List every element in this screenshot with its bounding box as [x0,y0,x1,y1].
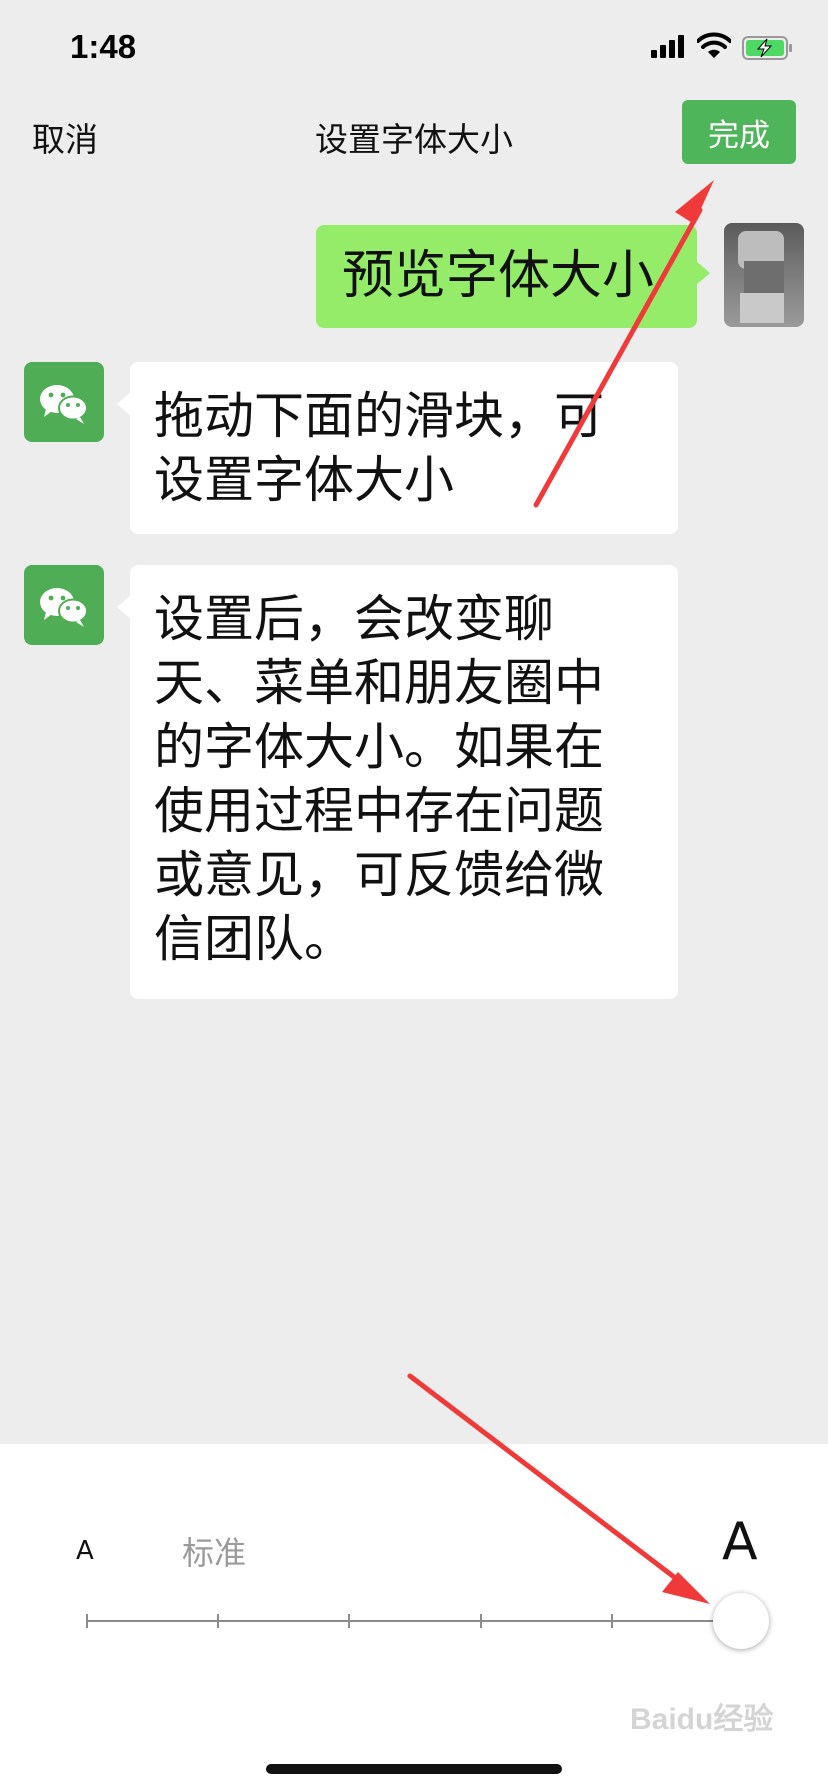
wechat-avatar [24,362,104,442]
slider-tick[interactable] [217,1614,219,1628]
my-message-bubble: 预览字体大小 [316,225,710,328]
cellular-signal-icon [651,35,684,58]
message-text: 设置后，会改变聊 天、菜单和朋友圈中 的字体大小。如果在 使用过程中存在问题 或… [154,590,604,968]
small-font-label: A [76,1536,94,1566]
nav-bar: 取消 设置字体大小 完成 [0,95,828,170]
standard-label: 标准 [182,1534,247,1572]
slider-tick[interactable] [86,1614,88,1628]
wechat-message-bubble: 拖动下面的滑块，可 设置字体大小 [117,362,678,534]
done-button[interactable]: 完成 [682,100,796,164]
user-avatar [724,223,804,327]
large-font-label: A [722,1512,758,1572]
slider-tick[interactable] [348,1614,350,1628]
wechat-logo-icon [40,588,88,627]
slider-track[interactable] [86,1620,742,1622]
slider-tick[interactable] [611,1614,613,1628]
watermark: Baidu经验 [630,1703,774,1736]
wechat-logo-icon [40,385,88,424]
wifi-icon [697,32,731,58]
slider-knob[interactable] [713,1593,769,1649]
message-text: 拖动下面的滑块，可 设置字体大小 [154,387,604,509]
home-indicator[interactable] [266,1764,562,1774]
status-bar: 1:48 [0,0,828,90]
slider-tick[interactable] [480,1614,482,1628]
status-time: 1:48 [70,28,137,65]
font-size-panel: A 标准 A [0,1444,828,1792]
wechat-avatar [24,565,104,645]
battery-charging-icon [742,36,792,60]
wechat-message-bubble: 设置后，会改变聊 天、菜单和朋友圈中 的字体大小。如果在 使用过程中存在问题 或… [117,565,678,999]
